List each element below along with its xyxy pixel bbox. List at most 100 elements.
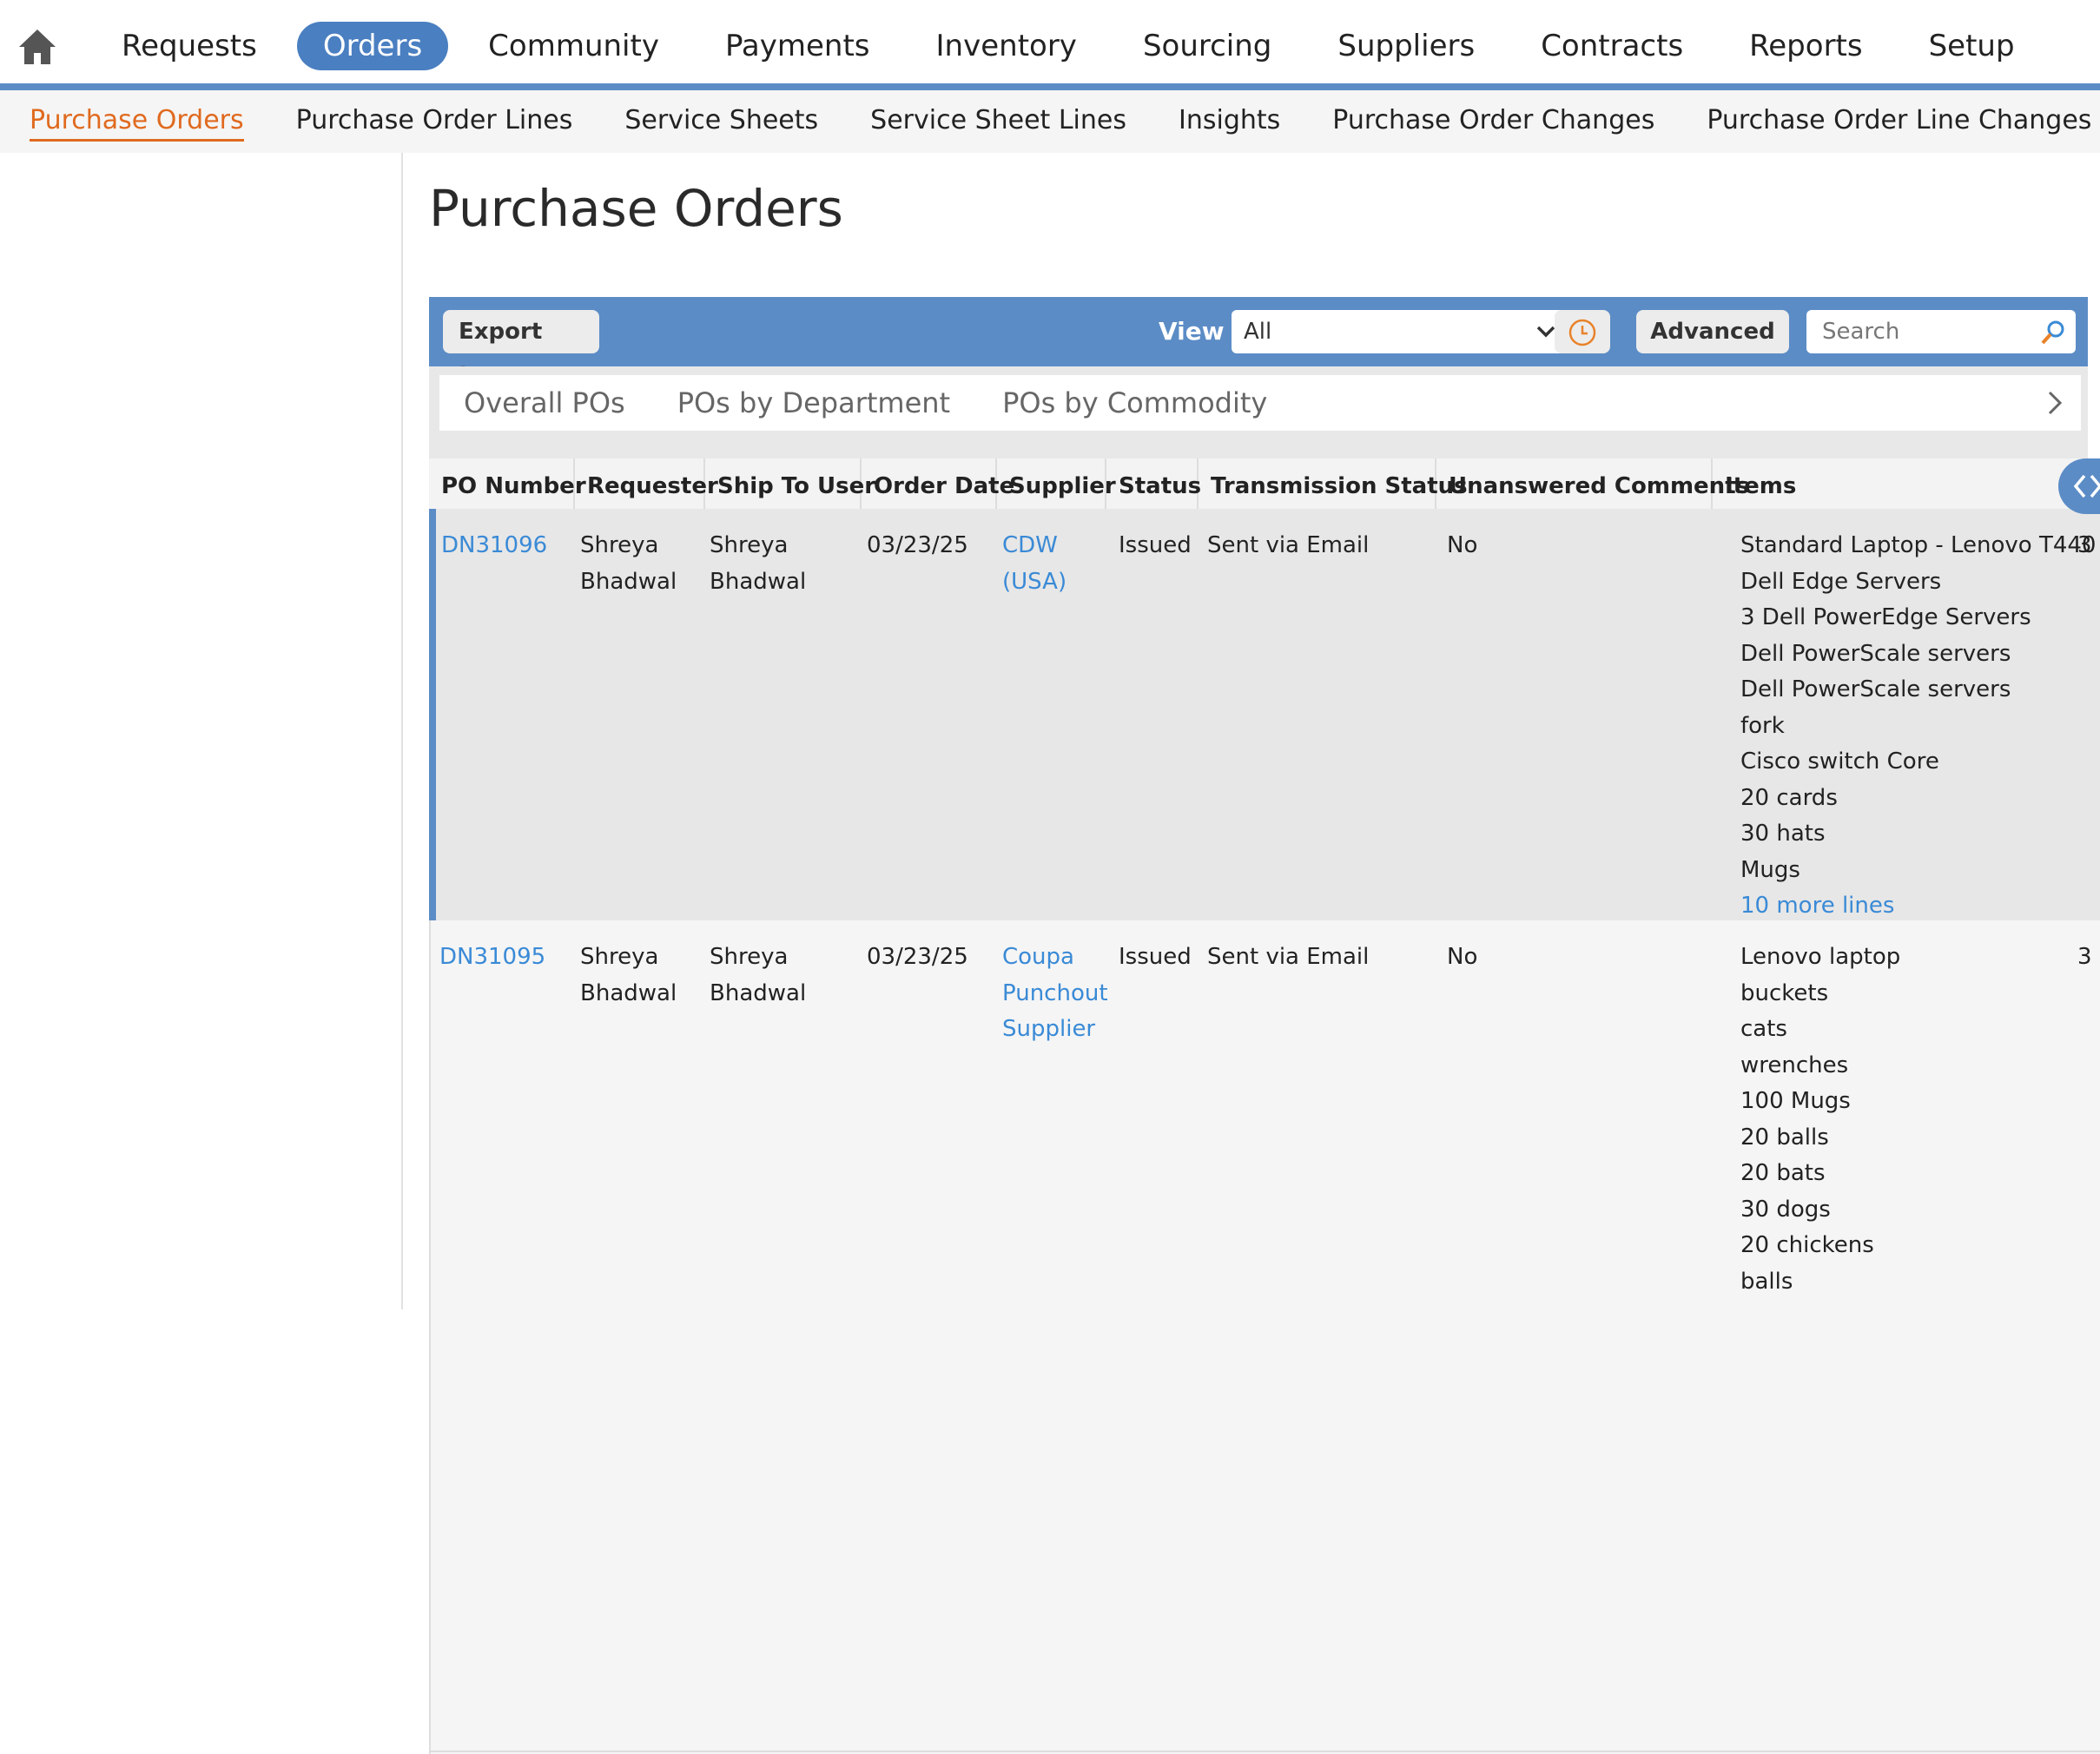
subnav-purchase-order-changes[interactable]: Purchase Order Changes [1332,102,1654,142]
transmission-status-cell: Sent via Email [1207,944,1370,970]
supplier-line: Punchout [1002,979,1108,1006]
truncated-cell: 3 [2077,532,2092,558]
nav-orders[interactable]: Orders [296,22,449,70]
home-icon[interactable] [17,28,57,66]
chevron-down-icon [1536,326,1555,338]
chevron-right-icon[interactable] [2044,386,2065,420]
table-row[interactable]: DN31095 Shreya Bhadwal Shreya Bhadwal 03… [429,920,2100,1754]
item-line: 20 chickens [1740,1232,1874,1258]
search-icon[interactable] [2039,319,2067,346]
sub-nav-list: Purchase Orders Purchase Order Lines Ser… [30,102,2100,142]
column-header-items[interactable]: Items [1713,458,2060,509]
tab-pos-by-department[interactable]: POs by Department [677,384,950,422]
table-toolbar: Export to⌄ View All Advanced [429,297,2088,388]
item-line: 20 balls [1740,1124,1829,1151]
supplier-line: (USA) [1002,568,1067,595]
table-header: PO Number Requester Ship To User Order D… [429,458,2100,509]
subnav-insights[interactable]: Insights [1179,102,1280,142]
item-line: Dell PowerScale servers [1740,676,2011,702]
order-date-cell: 03/23/25 [867,532,968,558]
item-line: Dell Edge Servers [1740,568,1942,595]
row-divider [431,1751,2100,1752]
item-line: Lenovo laptop [1740,944,1901,970]
item-line: buckets [1740,979,1829,1006]
requester-first: Shreya [580,532,659,558]
recent-history-button[interactable] [1555,310,1610,353]
subnav-purchase-order-lines[interactable]: Purchase Order Lines [296,102,573,142]
status-cell: Issued [1119,944,1192,970]
ship-to-first: Shreya [710,944,789,970]
ship-to-cell: Shreya Bhadwal [710,528,806,600]
supplier-line: CDW [1002,532,1058,558]
item-line: wrenches [1740,1052,1849,1078]
export-to-button[interactable]: Export to⌄ [443,310,599,388]
supplier-line: Supplier [1002,1016,1096,1042]
chart-tabs: Overall POs POs by Department POs by Com… [464,384,1319,422]
nav-sourcing[interactable]: Sourcing [1117,22,1298,70]
ship-to-first: Shreya [710,532,789,558]
ship-to-cell: Shreya Bhadwal [710,940,806,1012]
chart-tabs-bar: Overall POs POs by Department POs by Com… [429,366,2088,458]
supplier-link[interactable]: Coupa Punchout Supplier [1002,940,1108,1048]
item-line: Cisco switch Core [1740,748,1939,775]
subnav-purchase-order-line-changes[interactable]: Purchase Order Line Changes [1707,102,2091,142]
order-date-cell: 03/23/25 [867,944,968,970]
column-header-unanswered-comments[interactable]: Unanswered Comments [1436,458,1749,509]
items-cell: Lenovo laptop buckets cats wrenches 100 … [1740,940,1900,1300]
advanced-search-button[interactable]: Advanced [1636,310,1789,353]
item-line: 30 hats [1740,821,1826,847]
column-header-order-date[interactable]: Order Date [862,458,1014,509]
top-navigation: Requests Orders Community Payments Inven… [0,0,2100,90]
clock-icon [1568,319,1596,346]
supplier-link[interactable]: CDW (USA) [1002,528,1067,600]
item-line: fork [1740,712,1785,739]
column-header-ship-to-user[interactable]: Ship To User [705,458,875,509]
tab-overall-pos[interactable]: Overall POs [464,384,625,422]
nav-reports[interactable]: Reports [1723,22,1888,70]
table-row[interactable]: DN31096 Shreya Bhadwal Shreya Bhadwal 03… [429,509,2100,920]
sub-navigation: Purchase Orders Purchase Order Lines Ser… [0,90,2100,153]
requester-last: Bhadwal [580,979,677,1006]
po-number-link[interactable]: DN31096 [441,528,547,564]
view-select[interactable]: All [1232,310,1570,353]
item-line: Dell PowerScale servers [1740,640,2011,667]
item-line: 20 bats [1740,1160,1826,1186]
search-box [1806,310,2076,353]
nav-setup[interactable]: Setup [1903,22,2041,70]
more-lines-link[interactable]: 10 more lines [1740,888,2096,925]
subnav-service-sheet-lines[interactable]: Service Sheet Lines [870,102,1126,142]
search-input[interactable] [1820,310,2032,353]
column-header-transmission-status[interactable]: Transmission Status [1199,458,1468,509]
ship-to-last: Bhadwal [710,979,807,1006]
item-line: 100 Mugs [1740,1088,1851,1114]
supplier-line: Coupa [1002,944,1074,970]
unanswered-comments-cell: No [1447,532,1478,558]
status-cell: Issued [1119,532,1192,558]
item-line: Mugs [1740,856,1800,883]
nav-payments[interactable]: Payments [699,22,896,70]
ship-to-last: Bhadwal [710,568,807,595]
view-selected-value: All [1244,319,1272,345]
requester-cell: Shreya Bhadwal [580,940,677,1012]
column-header-status[interactable]: Status [1106,458,1201,509]
nav-inventory[interactable]: Inventory [910,22,1103,70]
item-line: cats [1740,1016,1787,1042]
truncated-cell: 3 [2077,944,2092,970]
column-header-po-number[interactable]: PO Number [429,458,586,509]
item-line: 30 dogs [1740,1196,1831,1223]
nav-requests[interactable]: Requests [96,22,283,70]
column-header-requester[interactable]: Requester [575,458,718,509]
subnav-service-sheets[interactable]: Service Sheets [624,102,818,142]
chart-tabs-inner: Overall POs POs by Department POs by Com… [439,375,2081,431]
code-brackets-icon [2073,474,2100,498]
subnav-purchase-orders[interactable]: Purchase Orders [30,102,244,142]
nav-contracts[interactable]: Contracts [1515,22,1709,70]
item-line: 3 Dell PowerEdge Servers [1740,604,2031,630]
requester-first: Shreya [580,944,659,970]
nav-community[interactable]: Community [462,22,685,70]
tab-pos-by-commodity[interactable]: POs by Commodity [1002,384,1267,422]
column-header-supplier[interactable]: Supplier [997,458,1116,509]
nav-suppliers[interactable]: Suppliers [1311,22,1501,70]
requester-last: Bhadwal [580,568,677,595]
po-number-link[interactable]: DN31095 [439,940,545,976]
